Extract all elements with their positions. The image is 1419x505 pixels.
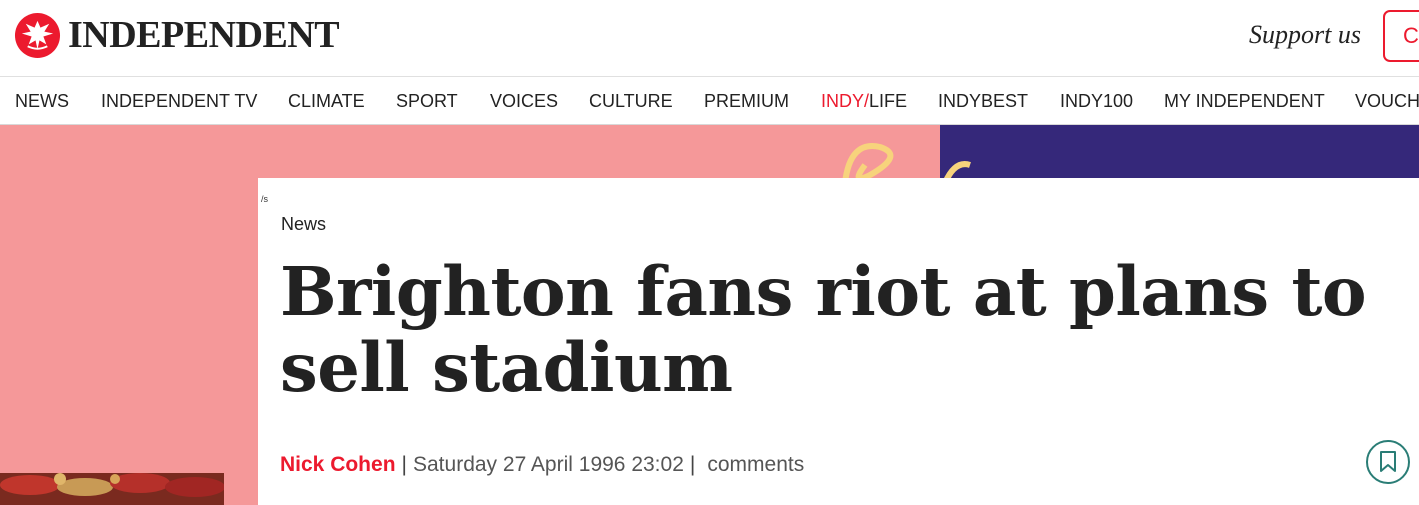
brand-wordmark: INDEPENDENT <box>68 14 340 56</box>
nav-item-premium[interactable]: PREMIUM <box>704 91 789 111</box>
broken-image-placeholder: /s <box>261 194 269 204</box>
nav-item-indy100[interactable]: INDY100 <box>1060 91 1133 111</box>
byline-separator-2: | <box>689 453 696 476</box>
nav-item-independent-tv[interactable]: INDEPENDENT TV <box>101 91 257 111</box>
header-cta-button[interactable]: C <box>1383 10 1419 62</box>
nav-item-indy-life[interactable]: INDY/LIFE <box>821 91 907 111</box>
logo-link[interactable]: INDEPENDENT <box>14 12 340 59</box>
byline-separator: | <box>401 453 407 476</box>
nav-item-news[interactable]: NEWS <box>15 91 69 111</box>
article-headline: Brighton fans riot at plans to sell stad… <box>280 252 1367 407</box>
nav-item-climate[interactable]: CLIMATE <box>288 91 365 111</box>
publish-date: Saturday 27 April 1996 23:02 <box>413 453 684 476</box>
nav-item-sport[interactable]: SPORT <box>396 91 458 111</box>
nav-item-culture[interactable]: CULTURE <box>589 91 673 111</box>
bookmark-button[interactable] <box>1366 440 1410 484</box>
nav-item-vouchers[interactable]: VOUCH <box>1355 91 1419 111</box>
nav-item-voices[interactable]: VOICES <box>490 91 558 111</box>
nav-item-my-independent[interactable]: MY INDEPENDENT <box>1164 91 1325 111</box>
author-link[interactable]: Nick Cohen <box>280 453 396 477</box>
nav-item-life-suffix: LIFE <box>869 91 908 111</box>
hero-decorative-script <box>842 143 971 185</box>
hero-food-image <box>0 473 224 505</box>
eagle-logo-icon <box>14 12 61 59</box>
byline: Nick Cohen | Saturday 27 April 1996 23:0… <box>280 453 804 477</box>
section-kicker-link[interactable]: News <box>281 214 326 235</box>
nav-item-indy-prefix: INDY/ <box>821 91 870 111</box>
support-us-link[interactable]: Support us <box>1249 20 1361 50</box>
masthead: INDEPENDENT Support us C <box>0 0 1419 77</box>
main-nav: NEWS INDEPENDENT TV CLIMATE SPORT VOICES… <box>0 77 1419 125</box>
article-header: /s News Brighton fans riot at plans to s… <box>258 178 1419 505</box>
bookmark-icon <box>1380 451 1396 472</box>
comments-link[interactable]: comments <box>707 453 804 477</box>
nav-item-indybest[interactable]: INDYBEST <box>938 91 1028 111</box>
